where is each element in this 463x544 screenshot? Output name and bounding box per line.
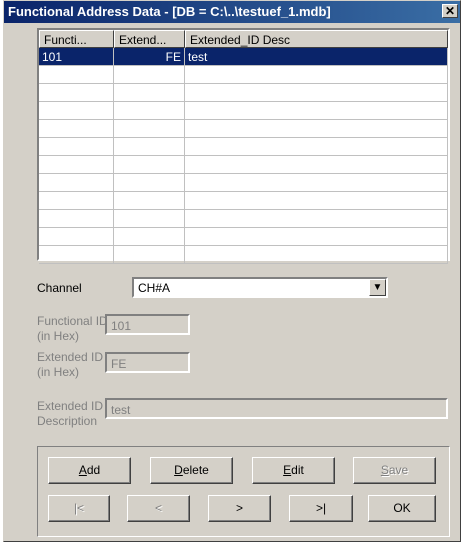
save-button-mnemonic: S [380,463,389,477]
cell-extended-id [114,66,185,83]
cell-extended-id [114,228,185,245]
cell-description [185,84,448,101]
edit-button-label: dit [291,463,304,477]
column-header-description[interactable]: Extended_ID Desc [185,30,448,48]
extended-id-label-line2: (in Hex) [37,365,80,379]
close-icon: ✕ [444,4,456,18]
cell-functional-id [39,246,114,263]
cell-description [185,210,448,227]
previous-record-button[interactable]: < [127,495,190,522]
cell-extended-id [114,246,185,263]
functional-id-label-line1: Functional ID [37,314,108,328]
column-header-extended[interactable]: Extend... [114,30,185,48]
first-record-button[interactable]: |< [48,495,110,522]
cell-extended-id [114,102,185,119]
title-bar[interactable]: Functional Address Data - [DB = C:\..\te… [4,1,460,23]
edit-button-mnemonic: E [283,463,292,477]
edit-button[interactable]: Edit [252,457,335,484]
ok-button[interactable]: OK [368,495,436,522]
delete-button[interactable]: Delete [150,457,233,484]
functional-id-label: Functional ID (in Hex) [37,314,108,344]
cell-extended-id [114,84,185,101]
add-button[interactable]: Add [48,457,131,484]
cell-description [185,120,448,137]
window-title: Functional Address Data - [DB = C:\..\te… [8,4,331,19]
cell-description [185,102,448,119]
cell-functional-id [39,66,114,83]
cell-functional-id [39,210,114,227]
add-button-mnemonic: A [78,463,87,477]
table-row[interactable] [39,102,448,120]
close-button[interactable]: ✕ [442,4,458,18]
delete-button-mnemonic: D [174,463,183,477]
description-field[interactable]: test [105,398,448,419]
cell-extended-id [114,120,185,137]
cell-extended-id [114,192,185,209]
cell-description: test [185,48,448,65]
cell-extended-id [114,174,185,191]
extended-id-label: Extended ID (in Hex) [37,350,103,380]
channel-value: CH#A [138,281,171,295]
cell-functional-id [39,138,114,155]
description-label-line1: Extended ID [37,399,104,413]
cell-functional-id [39,120,114,137]
channel-label: Channel [37,281,82,295]
delete-button-label: elete [182,463,209,477]
cell-functional-id [39,102,114,119]
table-row[interactable] [39,66,448,84]
table-row[interactable]: 101 FE test [39,48,448,66]
cell-description [185,228,448,245]
description-label: Extended ID Description [37,399,103,429]
cell-functional-id [39,228,114,245]
column-header-functional[interactable]: Functi... [39,30,114,48]
save-button-label: ave [388,463,409,477]
functional-id-label-line2: (in Hex) [37,329,80,343]
extended-id-field[interactable]: FE [105,352,190,373]
cell-description [185,246,448,263]
table-row[interactable] [39,138,448,156]
cell-description [185,138,448,155]
address-grid[interactable]: Functi... Extend... Extended_ID Desc 101… [37,28,450,264]
description-label-line2: Description [37,414,98,428]
cell-description [185,192,448,209]
dialog-window: Functional Address Data - [DB = C:\..\te… [3,0,461,542]
cell-functional-id: 101 [39,48,114,65]
button-panel: Add Delete Edit Save |< < > >| OK [37,446,450,537]
cell-description [185,66,448,83]
cell-functional-id [39,174,114,191]
save-button[interactable]: Save [353,457,436,484]
table-row[interactable] [39,192,448,210]
table-row[interactable] [39,156,448,174]
table-row[interactable] [39,120,448,138]
cell-extended-id: FE [114,48,185,65]
cell-extended-id [114,210,185,227]
functional-id-field[interactable]: 101 [105,314,190,335]
table-row[interactable] [39,84,448,102]
channel-select[interactable]: CH#A ▼ [132,277,388,298]
table-row[interactable] [39,210,448,228]
cell-description [185,174,448,191]
grid-header: Functi... Extend... Extended_ID Desc [39,30,448,48]
table-row[interactable] [39,246,448,264]
cell-functional-id [39,84,114,101]
add-button-label: dd [86,463,101,477]
extended-id-label-line1: Extended ID [37,350,104,364]
cell-functional-id [39,192,114,209]
cell-description [185,156,448,173]
cell-extended-id [114,156,185,173]
cell-functional-id [39,156,114,173]
chevron-down-icon[interactable]: ▼ [369,279,386,296]
table-row[interactable] [39,228,448,246]
table-row[interactable] [39,174,448,192]
cell-extended-id [114,138,185,155]
next-record-button[interactable]: > [208,495,271,522]
last-record-button[interactable]: >| [289,495,353,522]
